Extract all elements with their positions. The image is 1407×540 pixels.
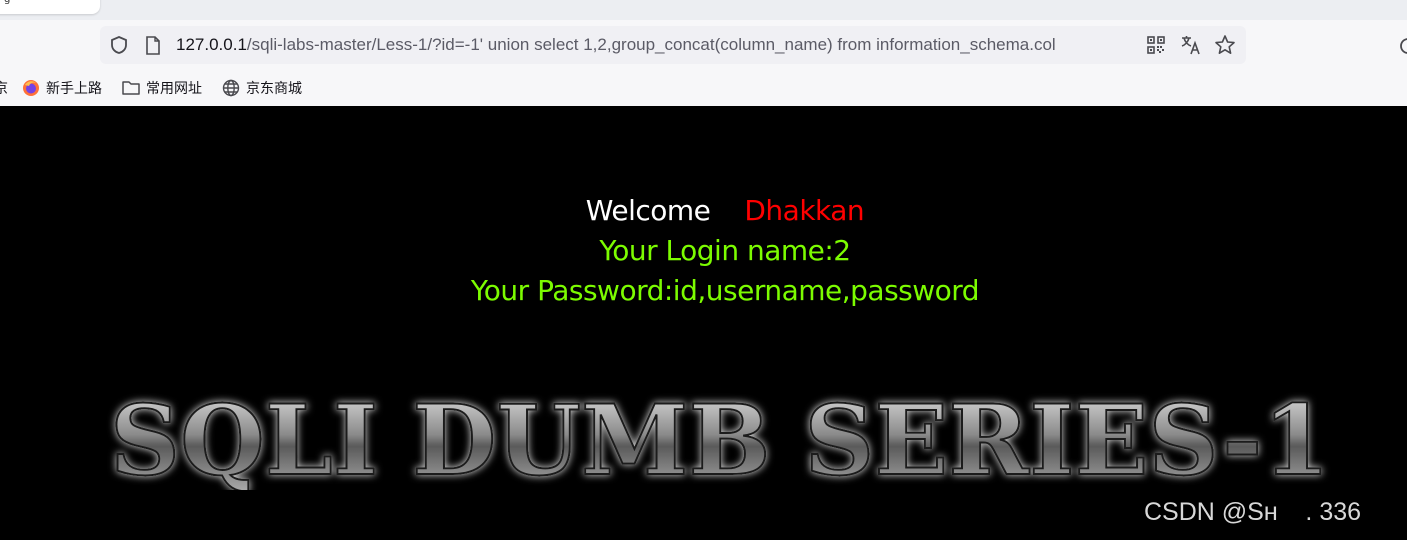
page-icon[interactable]: [144, 35, 162, 55]
bookmark-star-icon[interactable]: [1214, 34, 1236, 56]
sqli-dumb-series-banner: SQLI DUMB SERIES-1: [109, 390, 1331, 490]
banner-text: SQLI DUMB SERIES-1: [110, 390, 1330, 490]
tab-strip: g: [0, 0, 1407, 20]
url-path: /sqli-labs-master/Less-1/?id=-1' union s…: [246, 35, 1056, 54]
csdn-watermark: CSDN @Sʜ . 336: [1144, 498, 1362, 526]
qr-code-icon[interactable]: [1146, 35, 1166, 55]
bookmark-item-new-user[interactable]: 新手上路: [22, 78, 102, 98]
welcome-name: Dhakkan: [744, 194, 865, 227]
bookmark-label: 常用网址: [146, 81, 202, 97]
firefox-icon: [22, 79, 40, 97]
folder-icon: [122, 79, 140, 97]
shield-icon[interactable]: [108, 34, 130, 56]
globe-icon: [222, 79, 240, 97]
translate-icon[interactable]: [1180, 34, 1202, 56]
browser-tab[interactable]: g: [0, 0, 100, 14]
bookmark-label: 京: [0, 81, 8, 97]
bookmark-item-cut[interactable]: 京: [0, 78, 8, 98]
bookmarks-bar: 京 新手上路 常用网址 京东商城: [0, 74, 1407, 102]
tab-title: g: [4, 0, 10, 5]
bookmark-label: 新手上路: [46, 81, 102, 97]
browser-chrome: g 127.0.0.1/sqli-labs-master/Less-1/?id=…: [0, 0, 1407, 107]
bookmark-label: 京东商城: [246, 81, 302, 97]
account-icon[interactable]: [1398, 36, 1407, 56]
bookmark-item-jd-mall[interactable]: 京东商城: [222, 78, 302, 98]
page-content: Welcome Dhakkan Your Login name:2 Your Pa…: [0, 106, 1407, 540]
url-text[interactable]: 127.0.0.1/sqli-labs-master/Less-1/?id=-1…: [176, 34, 1138, 56]
login-name-line: Your Login name:2: [599, 234, 851, 267]
url-host: 127.0.0.1: [176, 35, 247, 54]
bookmark-item-common-sites[interactable]: 常用网址: [122, 78, 202, 98]
address-bar[interactable]: 127.0.0.1/sqli-labs-master/Less-1/?id=-1…: [100, 26, 1246, 64]
welcome-line: Welcome Dhakkan: [0, 194, 1407, 227]
password-line: Your Password:id,username,password: [470, 274, 980, 307]
welcome-text: Welcome: [585, 194, 711, 227]
